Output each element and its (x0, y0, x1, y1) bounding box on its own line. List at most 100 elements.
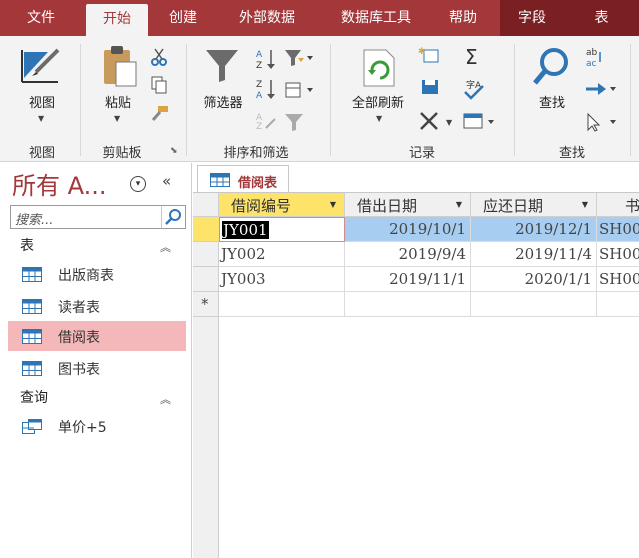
svg-text:Z: Z (256, 61, 262, 70)
document-tab-borrow-table[interactable]: 借阅表 (197, 165, 289, 193)
section-collapse-icon[interactable]: ︽ (160, 391, 171, 407)
column-header-label: 书 (625, 197, 639, 215)
nav-item-publisher-table[interactable]: 出版商表 (8, 259, 186, 289)
table-cell[interactable]: 2020/1/1 (471, 267, 597, 292)
table-cell[interactable]: JY003 (219, 267, 345, 292)
table-cell[interactable]: 2019/9/4 (345, 242, 471, 267)
refresh-icon (363, 49, 395, 87)
toggle-filter-icon[interactable] (284, 112, 304, 132)
nav-collapse-icon[interactable]: « (162, 172, 171, 190)
column-header-lend-date[interactable]: 借出日期 ▼ (345, 193, 471, 217)
tab-file[interactable]: 文件 (10, 0, 72, 36)
column-dropdown-icon[interactable]: ▼ (582, 200, 588, 209)
new-record-cell[interactable] (345, 292, 471, 317)
column-header-book-id[interactable]: 书 (597, 193, 639, 217)
spelling-icon[interactable]: 字A (462, 78, 486, 100)
table-cell[interactable]: 2019/11/4 (471, 242, 597, 267)
go-to-icon[interactable] (584, 80, 618, 98)
more-records-icon[interactable] (462, 112, 496, 130)
column-header-due-date[interactable]: 应还日期 ▼ (471, 193, 597, 217)
save-icon[interactable] (418, 78, 440, 96)
view-dropdown-arrow[interactable]: ▼ (38, 114, 44, 123)
tab-fields[interactable]: 字段 (500, 0, 564, 36)
totals-icon[interactable]: Σ (462, 46, 484, 68)
clear-sort-icon[interactable]: A Z (256, 110, 276, 130)
tab-database-tools[interactable]: 数据库工具 (324, 0, 428, 36)
table-cell[interactable]: JY002 (219, 242, 345, 267)
refresh-dropdown-arrow[interactable]: ▼ (376, 114, 382, 123)
new-record-icon[interactable]: ✱ (418, 46, 440, 64)
nav-search-button[interactable] (161, 206, 185, 228)
delete-dropdown-arrow[interactable]: ▼ (446, 118, 452, 127)
column-header-borrow-id[interactable]: 借阅编号 ▼ (219, 193, 345, 217)
select-icon[interactable] (584, 112, 618, 132)
select-all-button[interactable] (193, 193, 219, 217)
delete-icon[interactable] (418, 110, 440, 132)
new-record-cell[interactable] (219, 292, 345, 317)
tab-home[interactable]: 开始 (86, 4, 148, 36)
tab-help[interactable]: 帮助 (436, 0, 490, 36)
sort-descending-icon[interactable]: Z A (256, 78, 276, 100)
group-label-find: 查找 (558, 146, 585, 161)
nav-search-input[interactable]: 搜索... (15, 209, 53, 228)
nav-search-box[interactable]: 搜索... (10, 205, 186, 229)
column-dropdown-icon[interactable]: ▼ (456, 200, 462, 209)
table-cell[interactable]: SH00 (597, 242, 639, 267)
copy-icon[interactable] (150, 76, 168, 94)
tab-external-data[interactable]: 外部数据 (222, 0, 312, 36)
cell-value: 2019/10/1 (389, 220, 466, 238)
record-selector[interactable] (193, 217, 219, 242)
view-icon (21, 48, 60, 83)
record-selector[interactable] (193, 267, 219, 292)
column-header-label: 借阅编号 (231, 197, 292, 215)
record-selector[interactable] (193, 242, 219, 267)
advanced-filter-icon[interactable] (284, 80, 314, 100)
svg-text:ab: ab (586, 48, 598, 58)
ribbon: 视图 ▼ 视图 粘贴 ▼ 剪贴板 ⬊ 筛选器 A Z Z A A Z 排序和筛选… (0, 36, 639, 162)
navigation-pane: 所有 A... ▾ « 搜索... 表 ︽ 出版商表 读者表 借阅表 图书表 查… (0, 163, 192, 558)
find-button-label: 查找 (538, 96, 565, 111)
nav-item-label: 借阅表 (58, 330, 100, 346)
nav-pane-title[interactable]: 所有 A... (12, 166, 107, 201)
nav-item-borrow-table[interactable]: 借阅表 (8, 321, 186, 351)
query-icon (22, 419, 42, 434)
table-cell[interactable]: 2019/12/1 (471, 217, 597, 242)
new-record-cell[interactable] (471, 292, 597, 317)
column-dropdown-icon[interactable]: ▼ (330, 200, 336, 209)
sort-ascending-icon[interactable]: A Z (256, 48, 276, 70)
nav-item-book-table[interactable]: 图书表 (8, 353, 186, 383)
table-cell[interactable]: 2019/11/1 (345, 267, 471, 292)
table-icon (22, 267, 42, 282)
tab-create[interactable]: 创建 (158, 0, 208, 36)
cut-icon[interactable] (150, 48, 168, 66)
selection-filter-icon[interactable] (284, 48, 314, 68)
table-cell[interactable]: SH00 (597, 217, 639, 242)
cell-value: 2019/11/1 (389, 270, 466, 288)
document-tab-label: 借阅表 (238, 176, 278, 191)
tab-table[interactable]: 表 (564, 0, 639, 36)
cell-value: JY002 (221, 245, 266, 263)
nav-section-tables[interactable]: 表 (20, 235, 34, 255)
find-magnifier-icon (533, 48, 568, 85)
format-painter-icon[interactable] (150, 104, 170, 122)
table-cell[interactable]: SH00 (597, 267, 639, 292)
cell-value: 2019/9/4 (398, 245, 466, 263)
nav-menu-chevron-icon[interactable]: ▾ (130, 176, 146, 192)
table-icon (210, 173, 230, 187)
nav-item-price-query[interactable]: 单价+5 (8, 411, 186, 441)
replace-icon[interactable]: ab ac (584, 46, 610, 68)
table-icon (22, 299, 42, 314)
group-divider (186, 44, 187, 156)
section-collapse-icon[interactable]: ︽ (160, 239, 171, 255)
clipboard-launcher-icon[interactable]: ⬊ (170, 146, 178, 156)
table-icon (22, 361, 42, 376)
new-record-cell[interactable] (597, 292, 639, 317)
nav-section-queries[interactable]: 查询 (20, 387, 48, 407)
svg-text:ac: ac (586, 59, 597, 68)
new-record-selector[interactable]: * (193, 292, 219, 317)
nav-item-reader-table[interactable]: 读者表 (8, 291, 186, 321)
table-cell[interactable]: 2019/10/1 (345, 217, 471, 242)
cell-value: 2020/1/1 (524, 270, 592, 288)
paste-dropdown-arrow[interactable]: ▼ (114, 114, 120, 123)
table-cell[interactable]: JY001 (219, 217, 345, 242)
